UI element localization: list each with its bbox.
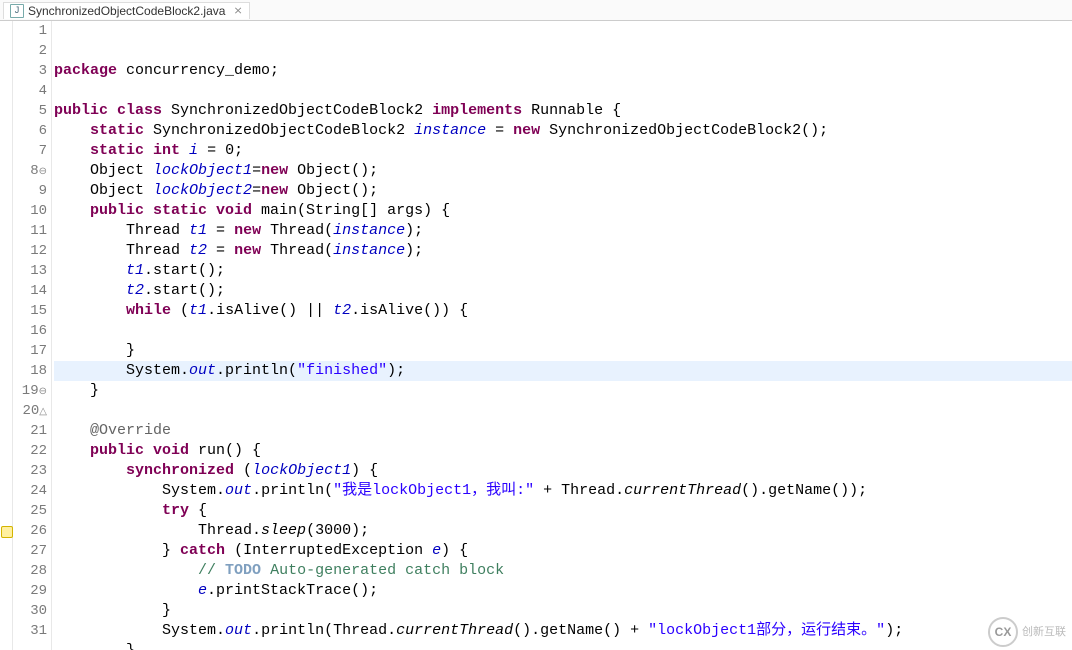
line-number: 4 bbox=[13, 81, 47, 101]
line-number: 13 bbox=[13, 261, 47, 281]
line-number: 5 bbox=[13, 101, 47, 121]
code-area[interactable]: package concurrency_demo;public class Sy… bbox=[52, 21, 1072, 650]
code-line[interactable]: synchronized (lockObject1) { bbox=[54, 461, 1072, 481]
line-number: 21 bbox=[13, 421, 47, 441]
marker-column bbox=[0, 21, 13, 650]
line-number: 16 bbox=[13, 321, 47, 341]
code-line[interactable]: public static void main(String[] args) { bbox=[54, 201, 1072, 221]
warning-marker-icon[interactable] bbox=[1, 526, 13, 538]
close-icon[interactable]: ⨯ bbox=[233, 4, 242, 17]
line-number: 20△ bbox=[13, 401, 47, 421]
code-line[interactable]: static SynchronizedObjectCodeBlock2 inst… bbox=[54, 121, 1072, 141]
line-number: 7 bbox=[13, 141, 47, 161]
java-file-icon: J bbox=[10, 4, 24, 18]
tab-filename: SynchronizedObjectCodeBlock2.java bbox=[28, 4, 225, 18]
line-number: 24 bbox=[13, 481, 47, 501]
code-line[interactable] bbox=[54, 321, 1072, 341]
code-line[interactable] bbox=[54, 81, 1072, 101]
code-line[interactable]: static int i = 0; bbox=[54, 141, 1072, 161]
line-number: 22 bbox=[13, 441, 47, 461]
line-number: 12 bbox=[13, 241, 47, 261]
code-line[interactable]: } bbox=[54, 641, 1072, 650]
code-line[interactable]: System.out.println(Thread.currentThread(… bbox=[54, 621, 1072, 641]
code-line[interactable]: while (t1.isAlive() || t2.isAlive()) { bbox=[54, 301, 1072, 321]
line-number: 15 bbox=[13, 301, 47, 321]
code-line[interactable]: } catch (InterruptedException e) { bbox=[54, 541, 1072, 561]
code-line[interactable]: try { bbox=[54, 501, 1072, 521]
code-line[interactable]: e.printStackTrace(); bbox=[54, 581, 1072, 601]
code-line[interactable]: Object lockObject1=new Object(); bbox=[54, 161, 1072, 181]
code-line[interactable]: public void run() { bbox=[54, 441, 1072, 461]
code-line[interactable]: Thread.sleep(3000); bbox=[54, 521, 1072, 541]
editor-tab[interactable]: J SynchronizedObjectCodeBlock2.java ⨯ bbox=[3, 2, 250, 19]
code-line[interactable]: Thread t1 = new Thread(instance); bbox=[54, 221, 1072, 241]
code-editor[interactable]: 12345678⊖910111213141516171819⊖20△212223… bbox=[0, 21, 1072, 650]
line-number: 11 bbox=[13, 221, 47, 241]
code-line[interactable]: Object lockObject2=new Object(); bbox=[54, 181, 1072, 201]
line-number: 14 bbox=[13, 281, 47, 301]
line-number: 30 bbox=[13, 601, 47, 621]
line-number: 23 bbox=[13, 461, 47, 481]
code-line[interactable]: Thread t2 = new Thread(instance); bbox=[54, 241, 1072, 261]
line-number: 1 bbox=[13, 21, 47, 41]
line-number: 27 bbox=[13, 541, 47, 561]
code-line[interactable]: public class SynchronizedObjectCodeBlock… bbox=[54, 101, 1072, 121]
line-number: 10 bbox=[13, 201, 47, 221]
code-line[interactable]: t1.start(); bbox=[54, 261, 1072, 281]
line-number: 3 bbox=[13, 61, 47, 81]
code-line[interactable]: } bbox=[54, 601, 1072, 621]
code-line[interactable]: System.out.println("我是lockObject1，我叫:" +… bbox=[54, 481, 1072, 501]
line-number: 17 bbox=[13, 341, 47, 361]
line-number: 8⊖ bbox=[13, 161, 47, 181]
code-line[interactable]: package concurrency_demo; bbox=[54, 61, 1072, 81]
editor-tab-bar: J SynchronizedObjectCodeBlock2.java ⨯ bbox=[0, 0, 1072, 21]
code-line[interactable]: System.out.println("finished"); bbox=[54, 361, 1072, 381]
line-number: 6 bbox=[13, 121, 47, 141]
code-line[interactable] bbox=[54, 401, 1072, 421]
line-number: 28 bbox=[13, 561, 47, 581]
line-number: 26 bbox=[13, 521, 47, 541]
line-number: 31 bbox=[13, 621, 47, 641]
code-line[interactable]: } bbox=[54, 381, 1072, 401]
line-number: 9 bbox=[13, 181, 47, 201]
line-number: 29 bbox=[13, 581, 47, 601]
line-number-gutter: 12345678⊖910111213141516171819⊖20△212223… bbox=[13, 21, 52, 650]
line-number: 19⊖ bbox=[13, 381, 47, 401]
line-number: 2 bbox=[13, 41, 47, 61]
code-line[interactable]: t2.start(); bbox=[54, 281, 1072, 301]
code-line[interactable]: // TODO Auto-generated catch block bbox=[54, 561, 1072, 581]
code-line[interactable]: } bbox=[54, 341, 1072, 361]
code-line[interactable]: @Override bbox=[54, 421, 1072, 441]
line-number: 25 bbox=[13, 501, 47, 521]
line-number: 18 bbox=[13, 361, 47, 381]
